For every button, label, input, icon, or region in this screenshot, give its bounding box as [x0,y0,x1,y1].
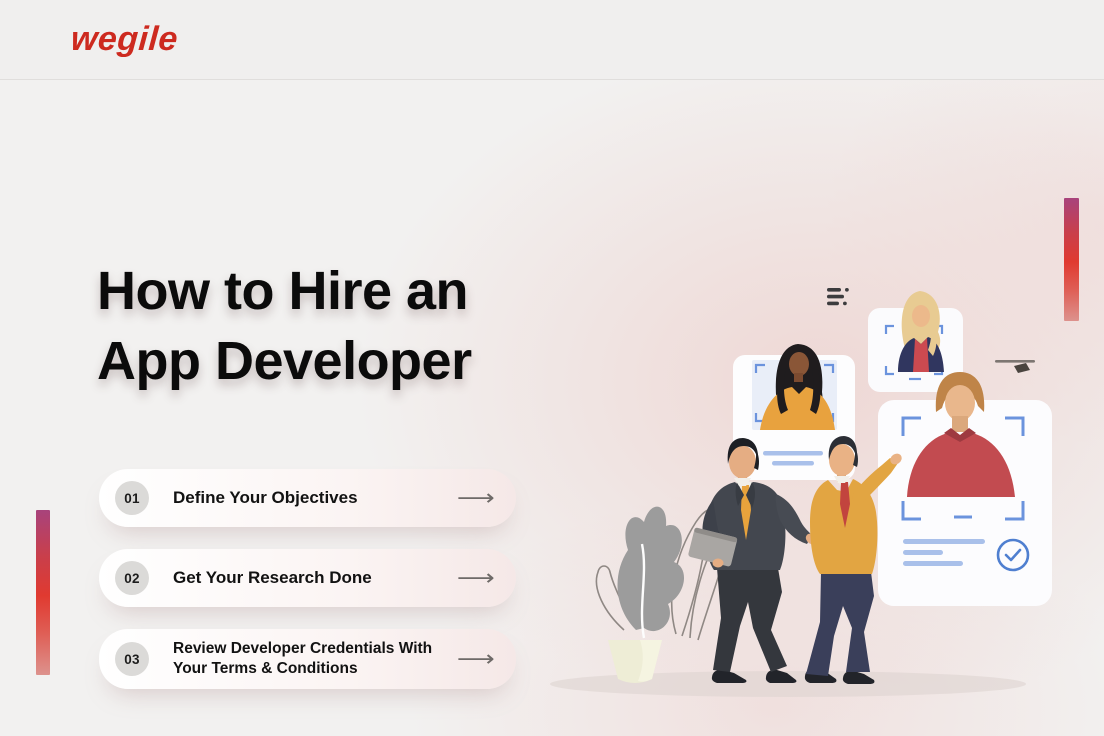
step-label: Review Developer Credentials With Your T… [173,639,460,680]
step-label: Define Your Objectives [173,487,460,509]
arrow-right-icon[interactable]: ⟶ [457,565,495,591]
wegile-logo[interactable]: wegile [70,20,180,59]
step-number-badge: 03 [115,642,149,676]
main-content: How to Hire an App Developer 01 Define Y… [0,80,1104,736]
page-title-line2: App Developer [97,331,472,391]
steps-list: 01 Define Your Objectives ⟶ 02 Get Your … [99,469,516,689]
top-navbar: wegile [0,0,1104,80]
list-icon [827,288,849,305]
step-card-research[interactable]: 02 Get Your Research Done ⟶ [99,549,516,607]
arrow-right-icon[interactable]: ⟶ [457,646,495,672]
profile-card-man-large [878,372,1052,606]
step-number-badge: 01 [115,481,149,515]
hiring-illustration [540,160,1104,736]
step-number-badge: 02 [115,561,149,595]
page-title-line1: How to Hire an [97,261,468,321]
left-accent-bar [36,510,50,675]
page: wegile How to Hire an App Developer 01 D… [0,0,1104,736]
step-card-define-objectives[interactable]: 01 Define Your Objectives ⟶ [99,469,516,527]
step-card-review-credentials[interactable]: 03 Review Developer Credentials With You… [99,629,516,689]
arrow-right-icon[interactable]: ⟶ [457,485,495,511]
step-label: Get Your Research Done [173,567,460,589]
cursor-icon [995,360,1035,373]
page-title: How to Hire an App Developer [97,256,567,396]
